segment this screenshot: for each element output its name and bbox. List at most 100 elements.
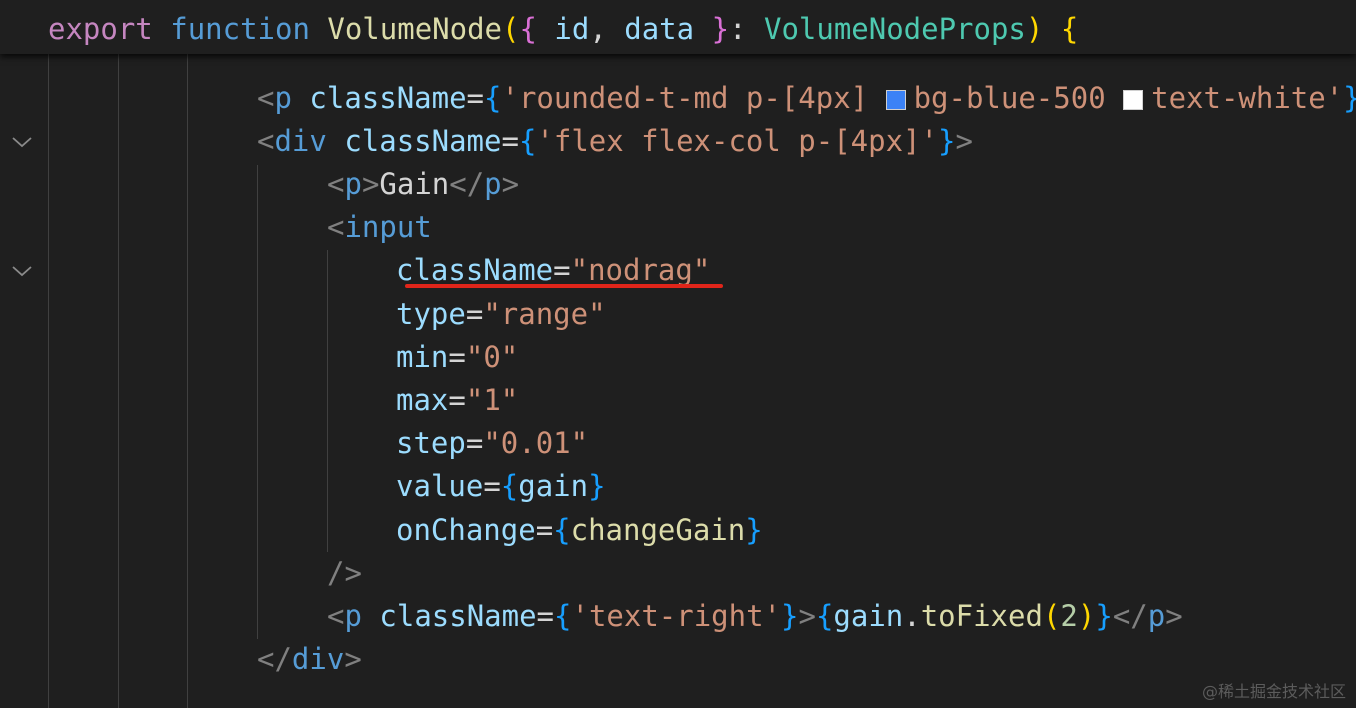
tag-name: p bbox=[344, 599, 362, 633]
string-literal: "nodrag" bbox=[570, 253, 711, 287]
brace-open: { bbox=[553, 513, 571, 547]
code-line[interactable]: <p className={'text-right'}>{gain.toFixe… bbox=[327, 595, 1183, 638]
attribute-name: className bbox=[344, 124, 502, 158]
string-literal: text-white' bbox=[1151, 81, 1344, 115]
string-literal: 'text-right' bbox=[571, 599, 781, 633]
code-line[interactable]: type="range" bbox=[396, 293, 606, 336]
attribute-name: step bbox=[396, 426, 466, 460]
fold-chevron-down-icon[interactable] bbox=[10, 259, 34, 283]
paren-open: ( bbox=[502, 12, 520, 46]
indent-guide bbox=[257, 165, 258, 639]
string-literal: "1" bbox=[465, 383, 519, 417]
brace-close: } bbox=[937, 124, 956, 158]
code-line[interactable]: <p>Gain</p> bbox=[327, 163, 519, 206]
color-swatch-icon[interactable] bbox=[885, 90, 906, 110]
tag-bracket: < bbox=[327, 599, 345, 633]
indent-guide bbox=[187, 54, 188, 708]
tag-name: div bbox=[274, 124, 327, 158]
brace-close: } bbox=[1095, 599, 1113, 633]
tag-name: p bbox=[344, 167, 362, 201]
tag-bracket: > bbox=[361, 167, 380, 201]
tag-name: p bbox=[274, 81, 292, 115]
tag-name: p bbox=[484, 167, 502, 201]
dot: . bbox=[903, 599, 921, 633]
code-line[interactable]: </div> bbox=[257, 638, 362, 681]
tag-bracket: > bbox=[955, 124, 973, 158]
attribute-name: className bbox=[396, 253, 554, 287]
indent-guide bbox=[327, 250, 328, 552]
brace-open: { bbox=[484, 81, 502, 115]
string-literal: 'rounded-t-md p-[4px] bbox=[501, 81, 886, 115]
keyword-export: export bbox=[48, 12, 153, 46]
tag-bracket: > bbox=[501, 167, 520, 201]
tag-name: div bbox=[291, 642, 345, 676]
equals: = bbox=[536, 599, 555, 633]
string-literal: 'flex flex-col p-[4px]' bbox=[536, 124, 938, 158]
paren-close: ) bbox=[1025, 12, 1044, 46]
brace-close: } bbox=[745, 513, 763, 547]
brace-close: } bbox=[588, 469, 606, 503]
tag-bracket: < bbox=[327, 167, 345, 201]
equals: = bbox=[465, 297, 484, 331]
brace-close: } bbox=[781, 599, 799, 633]
colon: : bbox=[729, 12, 747, 46]
attribute-name: min bbox=[396, 340, 449, 374]
equals: = bbox=[448, 383, 466, 417]
comma: , bbox=[589, 12, 607, 46]
paren-open: ( bbox=[1042, 599, 1061, 633]
type-name: VolumeNodeProps bbox=[763, 12, 1026, 46]
string-literal: "range" bbox=[483, 297, 606, 331]
brace-open: { bbox=[554, 599, 572, 633]
param-id: id bbox=[554, 12, 590, 46]
brace-open: { bbox=[518, 124, 537, 158]
code-line[interactable]: value={gain} bbox=[396, 465, 606, 508]
attribute-name: className bbox=[379, 599, 537, 633]
param-data: data bbox=[624, 12, 695, 46]
code-line-function-signature[interactable]: export function VolumeNode({ id, data }:… bbox=[48, 8, 1078, 51]
brace-open: { bbox=[519, 12, 537, 46]
tag-bracket: > bbox=[344, 642, 362, 676]
equals: = bbox=[553, 253, 571, 287]
tag-bracket: </ bbox=[1112, 599, 1148, 633]
brace-close: } bbox=[711, 12, 730, 46]
method-name: toFixed bbox=[920, 599, 1043, 633]
code-line[interactable]: <p className={'rounded-t-md p-[4px] bg-b… bbox=[257, 77, 1356, 120]
attribute-name: onChange bbox=[396, 513, 536, 547]
equals: = bbox=[501, 124, 519, 158]
number-literal: 2 bbox=[1060, 599, 1078, 633]
equals: = bbox=[448, 340, 466, 374]
tag-bracket: </ bbox=[449, 167, 485, 201]
fold-chevron-down-icon[interactable] bbox=[10, 130, 34, 154]
tag-bracket: </ bbox=[257, 642, 292, 676]
code-editor[interactable]: export function VolumeNode({ id, data }:… bbox=[0, 0, 1356, 708]
code-line[interactable]: <div className={'flex flex-col p-[4px]'}… bbox=[257, 120, 973, 163]
paren-close: ) bbox=[1077, 599, 1096, 633]
tag-name: input bbox=[344, 210, 432, 244]
code-line[interactable]: min="0" bbox=[396, 336, 518, 379]
string-literal: bg-blue-500 bbox=[913, 81, 1124, 115]
highlight-underline bbox=[405, 284, 723, 288]
brace-open: { bbox=[815, 599, 834, 633]
equals: = bbox=[466, 81, 485, 115]
code-line[interactable]: max="1" bbox=[396, 379, 518, 422]
indent-guide bbox=[48, 54, 49, 708]
tag-bracket: < bbox=[327, 210, 345, 244]
attribute-name: className bbox=[309, 81, 467, 115]
tag-name: p bbox=[1147, 599, 1166, 633]
indent-guide bbox=[118, 54, 119, 708]
variable: gain bbox=[518, 469, 589, 503]
function-reference: changeGain bbox=[570, 513, 746, 547]
color-swatch-icon[interactable] bbox=[1123, 90, 1144, 110]
variable: gain bbox=[833, 599, 904, 633]
tag-bracket: > bbox=[798, 599, 816, 633]
code-line[interactable]: step="0.01" bbox=[396, 422, 588, 465]
attribute-name: type bbox=[396, 297, 466, 331]
watermark: @稀土掘金技术社区 bbox=[1201, 682, 1346, 701]
equals: = bbox=[535, 513, 554, 547]
sticky-scroll-header[interactable]: export function VolumeNode({ id, data }:… bbox=[0, 0, 1356, 54]
code-line[interactable]: onChange={changeGain} bbox=[396, 509, 763, 552]
jsx-text: Gain bbox=[379, 167, 450, 201]
code-line[interactable]: <input bbox=[327, 206, 432, 249]
code-line[interactable]: /> bbox=[327, 552, 362, 595]
tag-bracket: < bbox=[257, 81, 275, 115]
